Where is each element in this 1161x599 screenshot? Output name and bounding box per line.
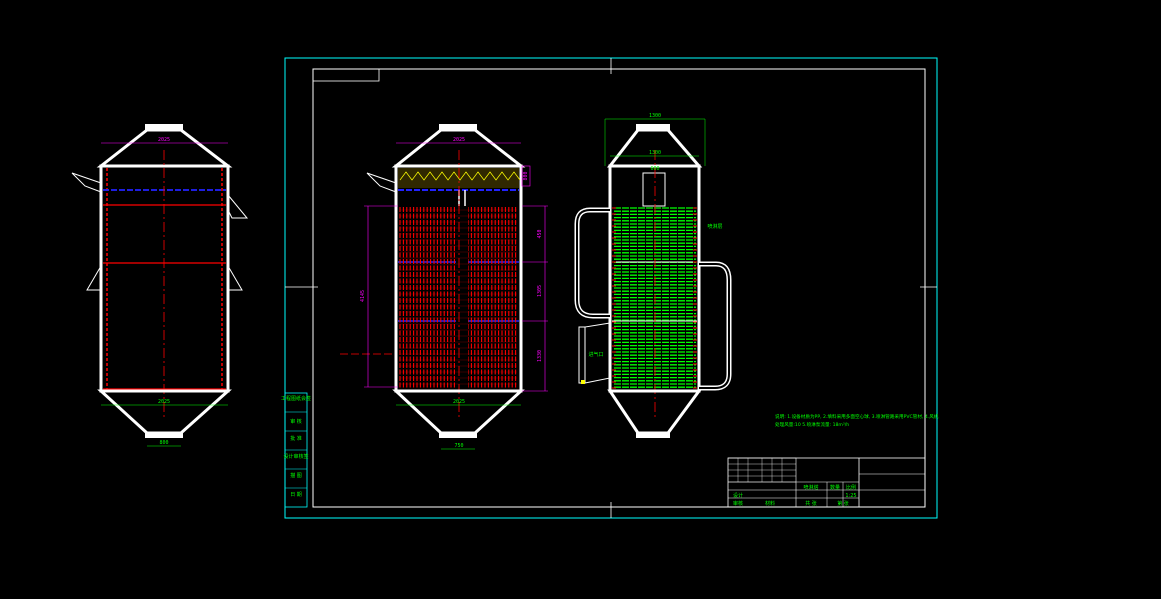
right-dim-sub: 600: [650, 166, 659, 172]
title-material: 材料: [765, 500, 775, 507]
notes-line-1: 说明: 1.设备材质为PP, 2.填料采用多面空心球, 3.喷淋管路采用PVC管…: [775, 413, 939, 420]
middle-dim-vert-2: 1305: [537, 285, 543, 297]
middle-dim-vert-1: 450: [537, 229, 543, 238]
right-inlet-marker: [581, 380, 585, 384]
middle-dim-total: 4145: [360, 290, 366, 302]
title-sheet: 共 张: [805, 500, 817, 507]
revision-item: 工程图纸会签: [281, 395, 311, 402]
right-dim-inner: 1300: [649, 150, 661, 156]
middle-dim-upper-right: 800: [523, 171, 529, 180]
tube-gap: [456, 206, 468, 389]
left-dim-outlet: 800: [159, 440, 168, 446]
left-bottom-nozzle: [145, 432, 183, 438]
left-dim-bottom: 2025: [158, 399, 170, 405]
title-drawing-name: 喷淋塔: [803, 484, 818, 491]
cad-drawing-canvas: 2025 2025 800 工程图纸会签 审 核 批 准 设计审核签 描 图 日…: [0, 0, 1161, 599]
revision-item: 日 期: [290, 492, 302, 498]
middle-bottom-nozzle: [439, 432, 477, 438]
notes-line-2: 处理风量:10 5.喷淋泵流量: 18m³/h: [775, 421, 849, 428]
background: [0, 0, 1161, 599]
middle-dim-vert-3: 1330: [537, 350, 543, 362]
middle-dim-top: 2025: [453, 137, 465, 143]
right-inlet-label: 进气口: [588, 351, 603, 358]
title-designer: 设计: [733, 492, 743, 499]
left-dim-top: 2025: [158, 137, 170, 143]
title-checker: 审核: [733, 500, 743, 507]
right-side-label: 喷淋层: [707, 223, 722, 230]
title-scale-label: 比例: [846, 484, 856, 491]
revision-item: 批 准: [290, 435, 302, 442]
title-scale: 1:25: [845, 493, 856, 499]
title-quantity: 数量: [830, 484, 840, 491]
right-dim-top: 1300: [649, 113, 661, 119]
middle-dim-outlet: 750: [454, 443, 463, 449]
middle-dim-bottom: 2025: [453, 399, 465, 405]
revision-item: 审 核: [290, 418, 302, 425]
right-bottom-nozzle: [636, 432, 670, 438]
revision-item: 设计审核签: [283, 453, 308, 460]
revision-item: 描 图: [290, 472, 302, 479]
title-page: 第 张: [837, 500, 849, 507]
